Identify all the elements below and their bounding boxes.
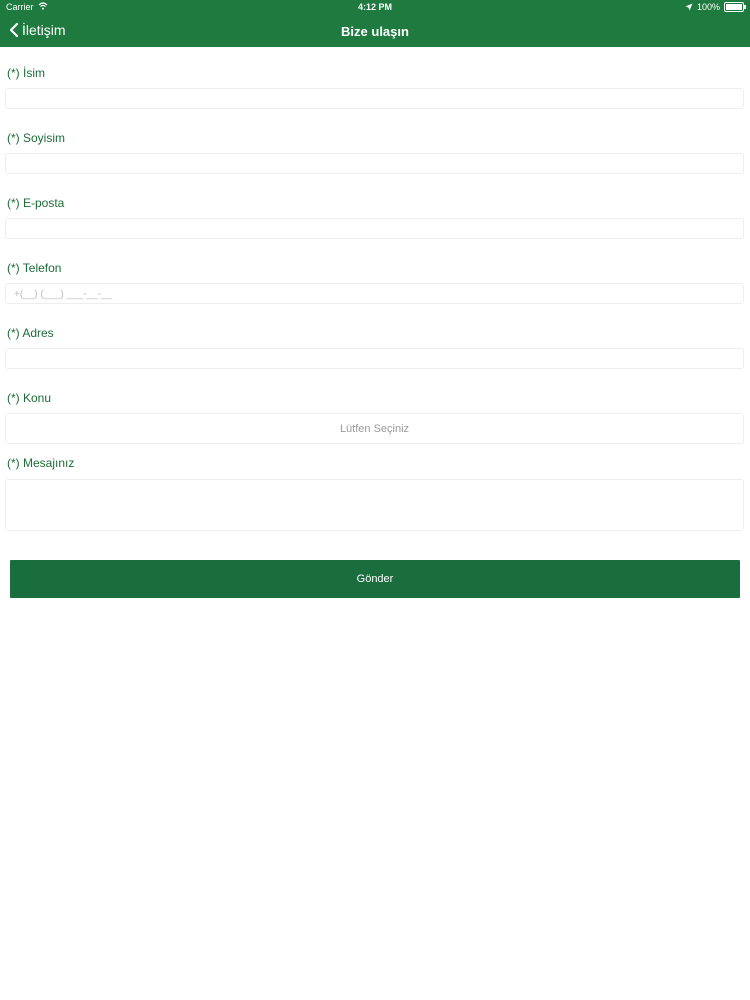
top-bar: Carrier 4:12 PM 100% İletişim Bize ulaşı… — [0, 0, 750, 47]
battery-icon — [724, 2, 746, 12]
name-label: (*) İsim — [7, 66, 45, 80]
surname-field[interactable] — [5, 153, 744, 174]
email-field[interactable] — [5, 218, 744, 239]
page-title: Bize ulaşın — [341, 24, 409, 39]
status-time: 4:12 PM — [357, 2, 392, 12]
location-arrow-icon — [685, 3, 693, 11]
status-right: 100% — [685, 2, 746, 12]
name-field[interactable] — [5, 88, 744, 109]
phone-label: (*) Telefon — [7, 261, 62, 275]
status-bar: Carrier 4:12 PM 100% — [0, 0, 750, 15]
battery-percent: 100% — [696, 2, 720, 12]
message-textarea[interactable] — [5, 479, 744, 531]
subject-label: (*) Konu — [7, 391, 52, 405]
surname-label: (*) Soyisim — [7, 131, 66, 145]
message-label: (*) Mesajınız — [7, 456, 75, 470]
submit-button[interactable]: Gönder — [10, 560, 740, 598]
phone-field[interactable]: +(__) (___) ___-__-__ — [5, 283, 744, 304]
subject-select[interactable]: Lütfen Seçiniz — [5, 413, 744, 444]
address-field[interactable] — [5, 348, 744, 369]
address-label: (*) Adres — [7, 326, 54, 340]
email-label: (*) E-posta — [7, 196, 65, 210]
navigation-bar: İletişim Bize ulaşın — [0, 15, 750, 47]
